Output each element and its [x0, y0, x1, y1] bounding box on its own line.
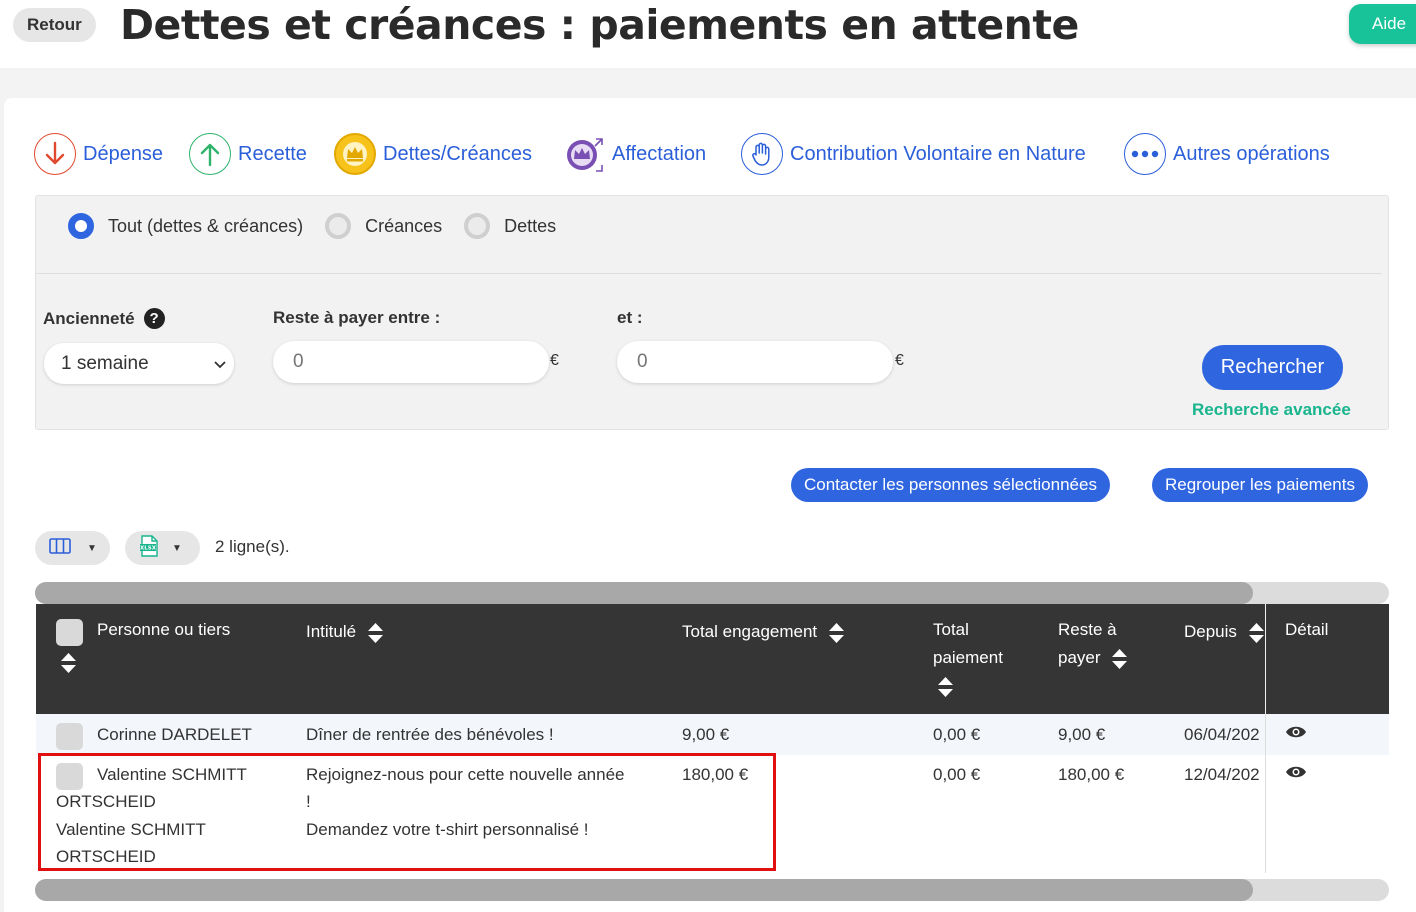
op-other-operations[interactable]: Autres opérations [1124, 132, 1330, 176]
sort-icon[interactable] [937, 676, 954, 698]
cell-remaining: 180,00 € [1058, 765, 1125, 784]
remaining-min-input[interactable] [273, 341, 549, 383]
sort-icon[interactable] [367, 622, 384, 644]
arrow-up-icon [189, 133, 231, 175]
crown-icon [334, 133, 376, 175]
cell-label: Dîner de rentrée des bénévoles ! [306, 725, 554, 744]
op-expense[interactable]: Dépense [34, 132, 163, 176]
currency-symbol: € [550, 352, 559, 369]
op-debts-receivables[interactable]: Dettes/Créances [334, 132, 532, 176]
export-button[interactable]: XLSX ▼ [125, 531, 200, 565]
eye-icon[interactable] [1285, 725, 1307, 739]
sort-icon[interactable] [1248, 622, 1265, 644]
select-all-checkbox[interactable] [56, 619, 83, 646]
back-button[interactable]: Retour [13, 8, 96, 42]
cell-total-payment: 0,00 € [933, 725, 981, 744]
col-person[interactable]: Personne ou tiers [97, 616, 230, 644]
and-label: et : [617, 308, 643, 327]
op-income[interactable]: Recette [189, 132, 307, 176]
type-radio-group: Tout (dettes & créances) Créances Dettes [68, 212, 578, 240]
col-total-commitment[interactable]: Total engagement [682, 618, 845, 646]
remaining-max-input[interactable] [617, 341, 893, 383]
radio-receivables-label[interactable]: Créances [365, 216, 442, 237]
filter-divider [36, 273, 1382, 274]
caret-down-icon: ▼ [87, 542, 97, 554]
sticky-column-separator [1265, 714, 1266, 873]
col-label[interactable]: Intitulé [306, 618, 384, 646]
advanced-search-link[interactable]: Recherche avancée [1192, 400, 1351, 420]
help-button[interactable]: Aide [1349, 4, 1416, 44]
remaining-between-label: Reste à payer entre : [273, 308, 441, 327]
group-payments-button[interactable]: Regrouper les paiements [1152, 468, 1368, 502]
caret-down-icon: ▼ [172, 542, 182, 554]
eye-icon[interactable] [1285, 765, 1307, 779]
highlight-box [38, 753, 776, 871]
cell-total-payment: 0,00 € [933, 765, 981, 784]
currency-symbol: € [895, 352, 904, 369]
radio-debts[interactable] [464, 213, 491, 239]
radio-debts-label[interactable]: Dettes [504, 216, 556, 237]
radio-all-label[interactable]: Tout (dettes & créances) [108, 216, 303, 237]
col-total-payment[interactable]: Total paiement [933, 616, 1003, 700]
cell-remaining: 9,00 € [1058, 725, 1106, 744]
chevron-down-icon [214, 343, 226, 384]
table-header: Personne ou tiers Intitulé Total engagem… [36, 604, 1389, 714]
more-dots-icon [1124, 133, 1166, 175]
col-remaining[interactable]: Reste à payer [1058, 616, 1128, 672]
sort-icon[interactable] [1111, 648, 1128, 670]
op-in-kind-contribution[interactable]: Contribution Volontaire en Nature [741, 132, 1086, 176]
search-button[interactable]: Rechercher [1202, 345, 1343, 390]
table-row: Corinne DARDELET Dîner de rentrée des bé… [36, 714, 1389, 755]
scrollbar-thumb[interactable] [35, 582, 1253, 604]
row-checkbox[interactable] [56, 723, 83, 750]
seniority-select[interactable]: 1 semaine [44, 343, 234, 384]
col-since[interactable]: Depuis [1184, 618, 1265, 646]
question-icon[interactable]: ? [143, 308, 165, 329]
seniority-label: Ancienneté ? [43, 308, 165, 329]
op-allocation[interactable]: Affectation [563, 132, 706, 176]
page-header: Retour Dettes et créances : paiements en… [0, 0, 1416, 68]
contact-selected-button[interactable]: Contacter les personnes sélectionnées [791, 468, 1110, 502]
scrollbar-thumb[interactable] [35, 879, 1253, 901]
crown-shuffle-icon [563, 133, 605, 175]
columns-toggle-button[interactable]: ▼ [35, 531, 110, 565]
hand-icon [741, 133, 783, 175]
horizontal-scrollbar-top[interactable] [35, 582, 1389, 604]
cell-total-commitment: 9,00 € [682, 725, 730, 744]
horizontal-scrollbar-bottom[interactable] [35, 879, 1389, 901]
sort-icon[interactable] [60, 648, 77, 676]
xlsx-file-icon: XLSX [139, 534, 159, 562]
row-count: 2 ligne(s). [215, 537, 290, 556]
filter-panel: Tout (dettes & créances) Créances Dettes… [35, 195, 1389, 430]
sort-icon[interactable] [828, 622, 845, 644]
radio-all[interactable] [68, 213, 94, 239]
cell-since: 06/04/202 [1184, 725, 1260, 744]
page-title: Dettes et créances : paiements en attent… [120, 1, 1079, 49]
arrow-down-icon [34, 133, 76, 175]
svg-text:XLSX: XLSX [140, 545, 157, 551]
col-detail: Détail [1285, 620, 1329, 639]
cell-since: 12/04/202 [1184, 765, 1260, 784]
cell-person: Corinne DARDELET [97, 725, 252, 744]
columns-icon [49, 537, 71, 559]
radio-receivables[interactable] [325, 213, 352, 239]
